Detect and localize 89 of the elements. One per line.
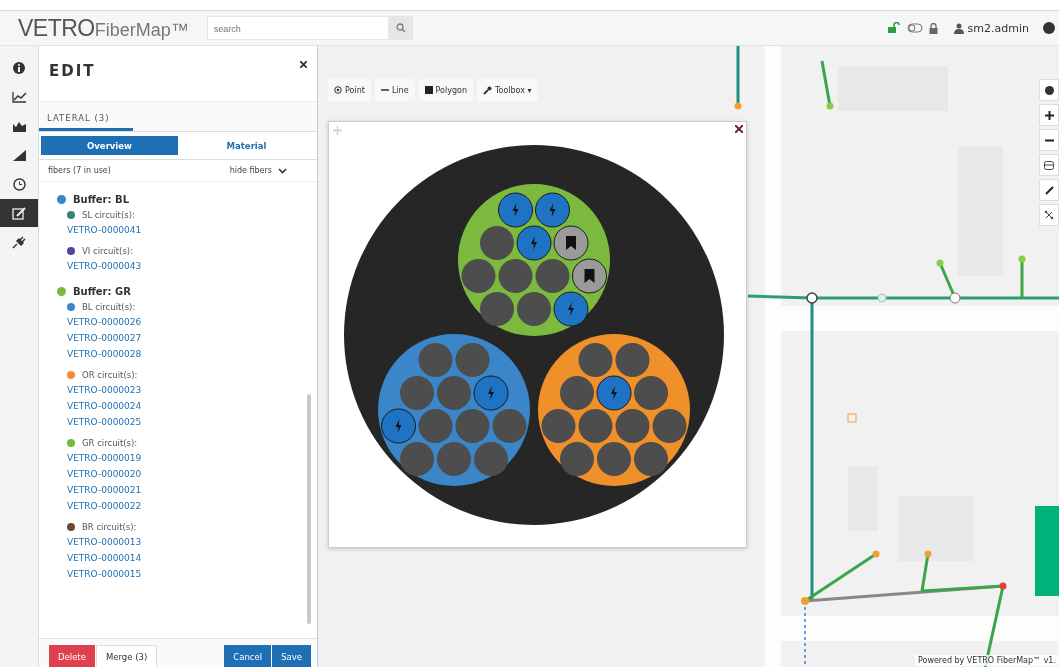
edit-icon	[12, 206, 26, 220]
reserved-fiber[interactable]	[571, 258, 607, 293]
layers-button[interactable]	[1039, 79, 1059, 101]
circuit-link[interactable]: VETRO-0000043	[67, 258, 142, 274]
unlock-icon[interactable]	[886, 22, 901, 34]
circuit-link[interactable]: VETRO-0000022	[67, 498, 142, 514]
circuit-link[interactable]: VETRO-0000025	[67, 414, 142, 430]
segment-tab[interactable]: Overview	[41, 136, 178, 155]
circuit-link[interactable]: VETRO-0000021	[67, 482, 142, 498]
circuit-link[interactable]: VETRO-0000026	[67, 314, 142, 330]
square-icon	[424, 86, 433, 94]
clock-icon	[12, 177, 26, 191]
circuit-link[interactable]: VETRO-0000023	[67, 382, 142, 398]
circuit-link[interactable]: VETRO-0000020	[67, 466, 142, 482]
circuit-link[interactable]: VETRO-0000013	[67, 534, 142, 550]
fiber[interactable]	[399, 441, 434, 476]
help-icon[interactable]	[1043, 22, 1055, 34]
box-icon	[1044, 160, 1054, 170]
delete-button[interactable]: Delete	[49, 645, 95, 667]
draw-tool-button[interactable]: Polygon	[418, 79, 473, 101]
circuit-label: SL circuit(s):	[82, 210, 135, 220]
attribution-text: Powered by VETRO FiberMap™ v1.	[914, 655, 1059, 666]
circuit-link[interactable]: VETRO-0000015	[67, 566, 142, 582]
close-button[interactable]	[735, 125, 743, 133]
circuit-label: GR circuit(s):	[82, 438, 138, 448]
merge-button[interactable]: Merge (3)	[95, 645, 158, 667]
fiber[interactable]	[633, 441, 668, 476]
zoom-in-button[interactable]	[1039, 104, 1059, 126]
circuit-link[interactable]: VETRO-0000028	[67, 346, 142, 362]
circuit-link[interactable]: VETRO-0000019	[67, 450, 142, 466]
line-chart-icon	[11, 91, 27, 103]
map-marker[interactable]	[847, 413, 857, 423]
draw-button[interactable]	[1039, 179, 1059, 201]
select-button[interactable]	[1039, 154, 1059, 176]
circuit-label: BL circuit(s):	[82, 302, 136, 312]
draw-tool-button[interactable]: Line	[374, 79, 415, 101]
circuit-label: VI circuit(s):	[82, 246, 134, 256]
minus-icon	[1044, 138, 1054, 142]
lit-fiber[interactable]	[516, 225, 551, 260]
close-icon	[735, 125, 743, 133]
draw-tool-button[interactable]: Point	[328, 79, 371, 101]
toggle-icon[interactable]	[906, 23, 923, 33]
circuit-link[interactable]: VETRO-0000014	[67, 550, 142, 566]
lit-fiber[interactable]	[596, 375, 631, 410]
chevron-icon	[278, 167, 287, 174]
layers-icon	[1044, 85, 1054, 95]
search-icon	[395, 23, 406, 33]
close-icon	[300, 61, 307, 68]
fiber[interactable]	[479, 291, 514, 326]
fibers-count: fibers (7 in use)	[48, 166, 111, 175]
network-icon	[1044, 210, 1054, 220]
action-button[interactable]: Save	[272, 645, 311, 667]
user-icon	[953, 22, 964, 34]
lock-icon[interactable]	[928, 22, 938, 34]
zoom-out-button[interactable]	[1039, 129, 1059, 151]
logo: VETROFiberMap™	[18, 14, 189, 42]
network-button[interactable]	[1039, 204, 1059, 226]
panel-title: EDIT	[49, 62, 96, 80]
pencil-icon	[1044, 185, 1054, 195]
sidebar-button[interactable]	[0, 199, 38, 227]
lit-fiber[interactable]	[553, 291, 588, 326]
fiber[interactable]	[559, 441, 594, 476]
buffer-name: Buffer: BL	[73, 194, 130, 205]
circuit-label: OR circuit(s):	[82, 370, 138, 380]
action-button[interactable]: Cancel	[224, 645, 272, 667]
draw-tool-button[interactable]: Toolbox ▾	[477, 79, 538, 101]
line-icon	[380, 86, 389, 94]
lit-fiber[interactable]	[473, 375, 508, 410]
point-icon	[334, 86, 342, 94]
area-chart-icon	[11, 120, 27, 132]
circuit-label: BR circuit(s):	[82, 522, 137, 532]
lit-fiber[interactable]	[380, 408, 416, 443]
lit-fiber[interactable]	[497, 192, 533, 227]
circuit-link[interactable]: VETRO-0000041	[67, 222, 142, 238]
search-button[interactable]	[388, 16, 413, 40]
circuit-link[interactable]: VETRO-0000024	[67, 398, 142, 414]
info-icon	[13, 62, 25, 74]
user-menu[interactable]: sm2.admin	[953, 21, 1029, 35]
hide-fibers-toggle[interactable]: hide fibers	[229, 166, 287, 175]
wrench-icon	[483, 85, 492, 95]
reserved-fiber[interactable]	[553, 225, 588, 260]
buffer-name: Buffer: GR	[73, 286, 131, 297]
scrollbar[interactable]	[307, 394, 311, 624]
plug-icon	[12, 235, 26, 249]
signal-icon	[11, 149, 27, 161]
circuit-link[interactable]: VETRO-0000027	[67, 330, 142, 346]
plus-icon	[1044, 110, 1054, 120]
search-field[interactable]: search	[207, 18, 388, 40]
lit-fiber[interactable]	[534, 192, 570, 227]
